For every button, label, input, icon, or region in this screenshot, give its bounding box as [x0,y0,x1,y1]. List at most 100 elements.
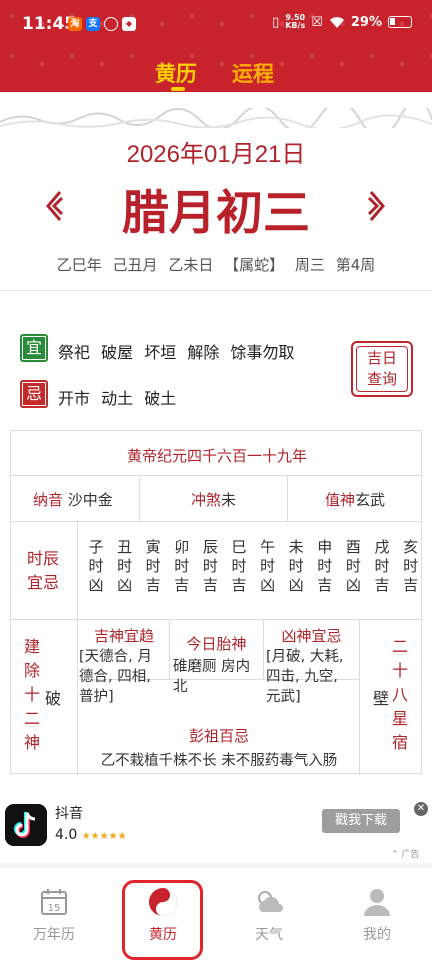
hour-item: 寅时吉 [142,538,164,595]
table-line [139,475,140,521]
gregorian-date[interactable]: 2026年01月21日 [0,134,432,169]
ji-badge: 忌 [20,380,48,408]
network-speed: 9.50 KB/s [285,14,305,30]
notification-app-icon: ◆ [122,17,136,31]
ganzhi-month: 己丑月 [112,256,158,274]
hour-shi: 时 [88,557,104,575]
ad-app-name: 抖音 [55,806,83,822]
nayin-cell: 纳音 沙中金 [33,489,113,510]
cloud-pattern-divider [0,108,432,128]
hour-luck: 凶 [88,576,104,594]
hour-item: 辰时吉 [199,538,221,595]
hour-shi: 时 [117,557,133,575]
no-sim-icon: ☒ [311,14,323,30]
active-nav-highlight [122,880,203,960]
hour-zhi: 寅 [145,538,161,556]
zhishen-label: 值神 [325,491,356,509]
hour-shi: 时 [260,557,276,575]
hour-item: 午时凶 [257,538,279,595]
table-line [287,475,288,521]
xiu-char: 十 [391,661,408,680]
star-rating-icon: ★★★★★ [81,831,127,842]
pengzu-title: 彭祖百忌 [188,727,249,745]
hour-luck: 吉 [231,576,247,594]
notification-icon [104,17,118,31]
yi-items: 祭祀 破屋 坏垣 解除 馀事勿取 [58,339,294,363]
status-bar: 11:45 淘 支 ◆ ▯ 9.50 KB/s ☒ 29% [0,0,432,52]
jianchu-char: 十 [23,685,40,704]
vibrate-icon: ▯ [272,14,280,30]
ji-item: 破土 [144,389,177,408]
hour-zhi: 亥 [403,538,419,556]
table-line [77,521,78,775]
ad-label: ⌃ 广告 [391,850,420,860]
hour-luck: 凶 [345,576,361,594]
hour-shi: 时 [145,557,161,575]
taishen-line: 碓磨厕 房内 [173,659,251,675]
auspicious-day-query-button[interactable]: 吉日 查询 [351,341,413,397]
pengzu-text: 乙不栽植千株不长 未不服药毒气入肠 [100,753,338,769]
hour-item: 未时凶 [285,538,307,595]
ad-banner[interactable]: 抖音 4.0 ★★★★★ 戳我下载 ✕ ⌃ 广告 [0,795,432,863]
weekday: 周三 [294,256,325,274]
jishen-body: [天德合, 月 德合, 四相, 普护] [79,647,171,707]
jishen-line: [天德合, 月 [79,649,152,665]
shichen-label-line: 时辰 [26,549,59,568]
hour-luck: 吉 [145,576,161,594]
calendar-icon: 15 [41,889,67,915]
zodiac: 【属蛇】 [224,256,285,274]
yi-badge: 宜 [20,334,48,362]
jianchu-char: 神 [23,733,40,752]
xiongshen-title: 凶神宜忌 [281,627,342,645]
hour-luck: 吉 [202,576,218,594]
next-day-arrow-icon[interactable] [367,190,387,222]
xiongshen-line: 元武] [266,689,301,705]
jishen-line: 普护] [79,689,114,705]
top-tabs: 黄历 运程 [0,54,432,92]
hour-zhi: 未 [288,538,304,556]
ji-item: 开市 [58,389,91,408]
hour-shi: 时 [345,557,361,575]
nayin-label: 纳音 [33,491,64,509]
xiu-char: 星 [391,709,408,728]
network-speed-unit: KB/s [285,21,306,30]
ad-close-icon[interactable]: ✕ [414,802,428,816]
ganzhi-day: 乙未日 [168,256,214,274]
hour-item: 卯时吉 [171,538,193,595]
ji-item: 动土 [101,389,134,408]
huangdi-era: 黄帝纪元四千六百一十九年 [126,447,307,465]
bottom-navigation: 15 万年历 黄历 天气 我的 [0,868,432,964]
chongsha-label: 冲煞 [191,491,222,509]
hour-shi: 时 [317,557,333,575]
tab-active-indicator [171,87,185,91]
tab-huangli[interactable]: 黄历 [155,58,197,88]
chongsha-value: 未 [221,491,237,509]
nav-label: 万年历 [33,927,75,943]
shichen-label-line: 宜忌 [26,573,59,592]
ad-download-button[interactable]: 戳我下载 [322,809,400,833]
xiu-label: 二 十 八 星 宿 [389,635,411,755]
jianchu-char: 除 [23,661,40,680]
profile-icon [364,889,390,916]
tab-yuncheng[interactable]: 运程 [232,58,274,88]
almanac-table: 黄帝纪元四千六百一十九年 纳音 沙中金 冲煞未 值神玄武 时辰 宜忌 子时凶丑时… [10,430,422,775]
hour-luck: 吉 [403,576,419,594]
hour-item: 戌时吉 [371,538,393,595]
ji-items: 开市 动土 破土 [58,385,176,409]
yi-item: 馀事勿取 [230,343,295,362]
hour-zhi: 丑 [117,538,133,556]
xiongshen-line: [月破, 大耗, [266,649,344,665]
ganzhi-year: 乙巳年 [56,256,102,274]
ad-rating-value: 4.0 [55,827,78,843]
battery-icon [388,16,412,28]
taishen-body: 碓磨厕 房内 北 [173,657,263,697]
nav-item-weather[interactable]: 天气 [229,886,309,944]
nav-item-wannianli[interactable]: 15 万年历 [14,886,94,944]
yi-item: 解除 [187,343,220,362]
button-label-line: 吉日 [366,349,397,367]
divider [0,290,432,291]
calendar-day: 15 [48,903,61,914]
xiu-value: 壁 [373,689,390,708]
battery-percent: 29% [350,14,382,30]
nav-item-profile[interactable]: 我的 [337,886,417,944]
